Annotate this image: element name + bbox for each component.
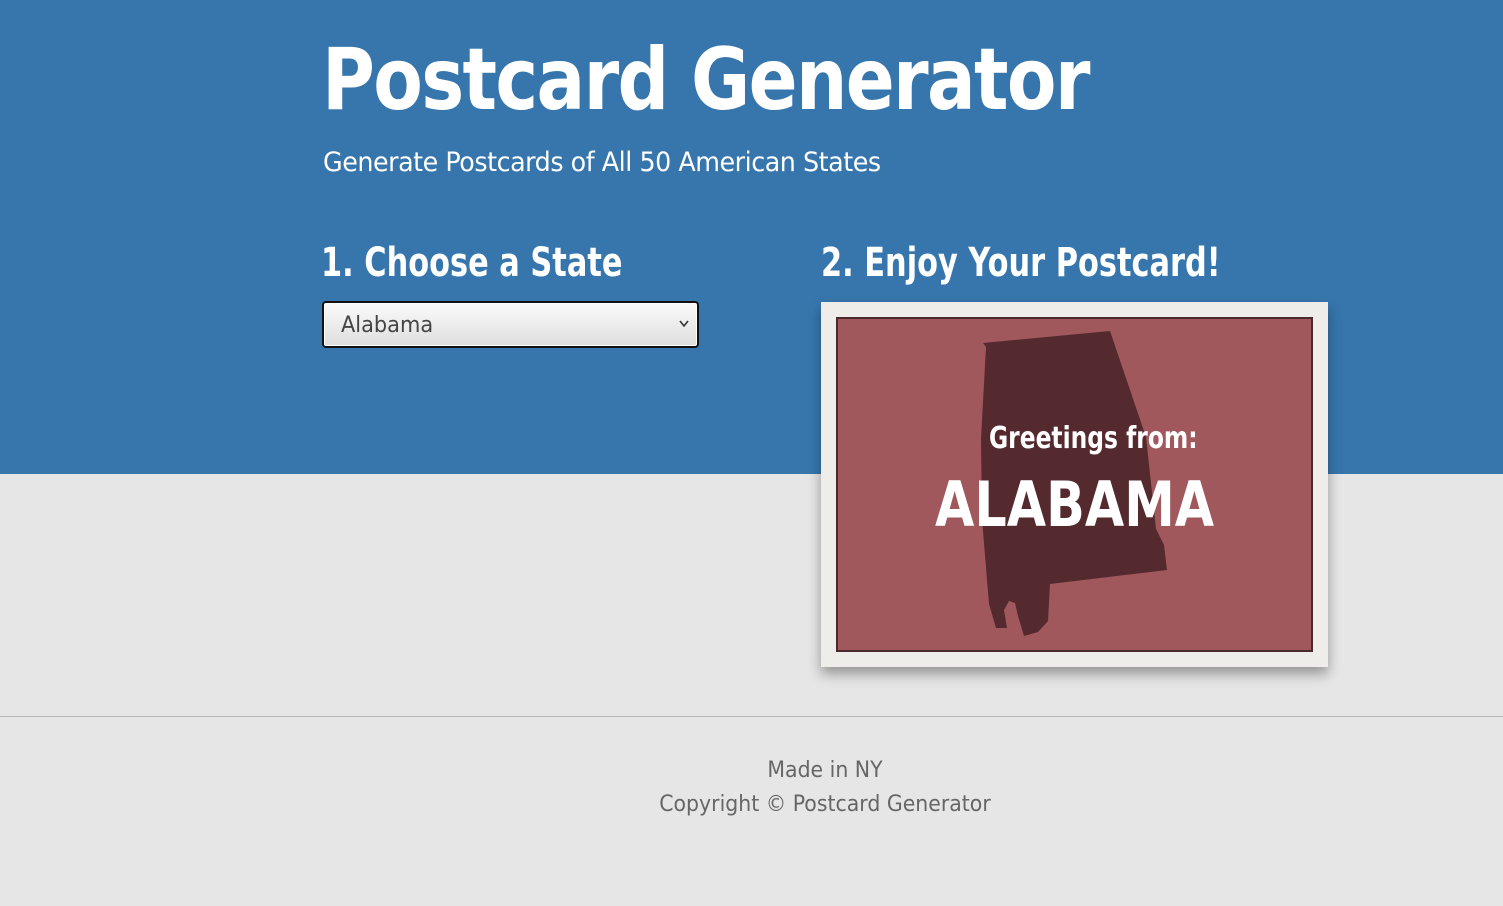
enjoy-postcard-heading: 2. Enjoy Your Postcard! <box>821 240 1221 286</box>
page-subtitle: Generate Postcards of All 50 American St… <box>323 147 881 178</box>
footer-copyright: Copyright © Postcard Generator <box>659 792 991 817</box>
postcard-greeting: Greetings from: <box>988 421 1198 456</box>
chevron-down-icon <box>679 320 689 328</box>
footer-made-in: Made in NY <box>767 758 883 783</box>
footer-divider <box>0 716 1503 717</box>
page-title: Postcard Generator <box>322 30 1090 130</box>
state-select[interactable]: Alabama <box>322 301 699 348</box>
postcard-state-name: ALABAMA <box>935 468 1215 541</box>
choose-state-heading: 1. Choose a State <box>321 240 623 286</box>
state-select-value: Alabama <box>341 313 434 338</box>
postcard: Greetings from: ALABAMA <box>821 302 1328 667</box>
postcard-face: Greetings from: ALABAMA <box>836 317 1313 652</box>
